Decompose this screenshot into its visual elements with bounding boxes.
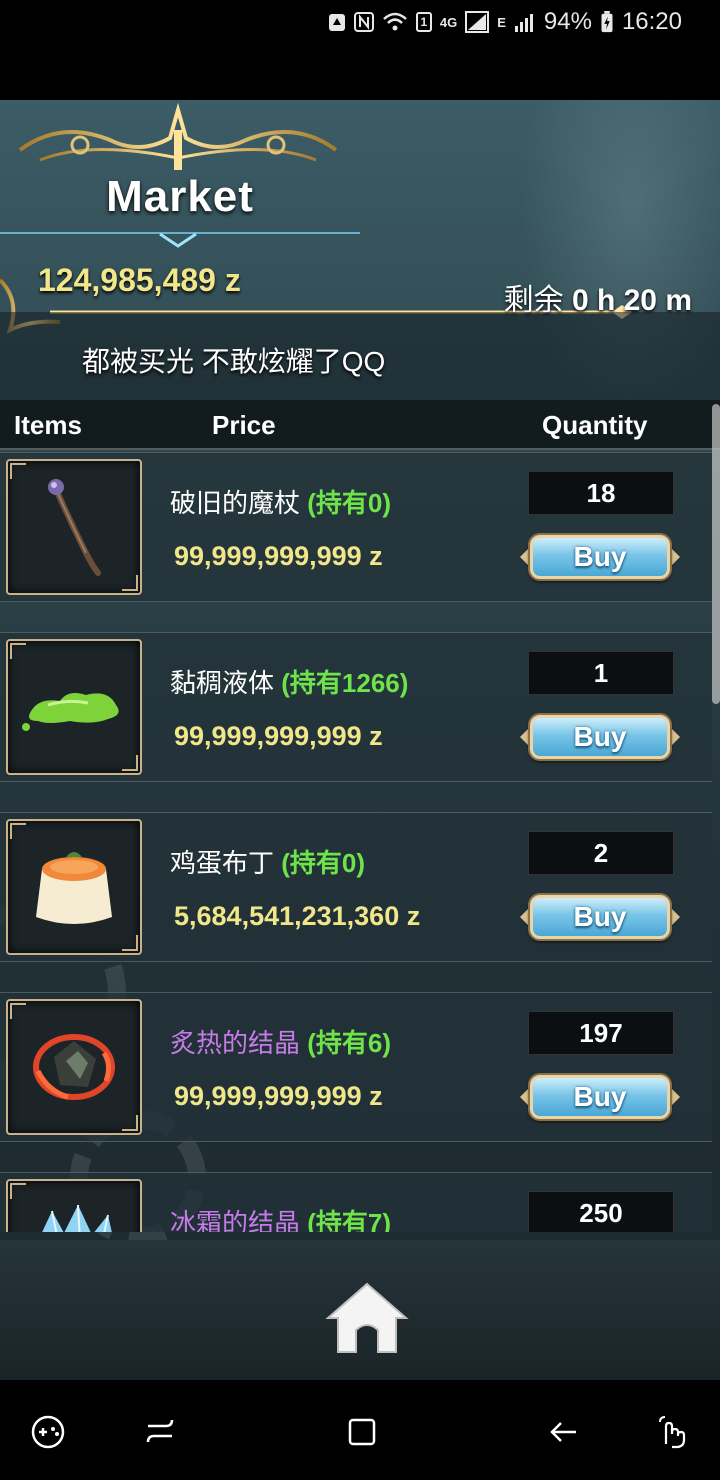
- network-type: 4G: [439, 14, 458, 30]
- buy-button-label: Buy: [573, 901, 627, 932]
- item-thumbnail[interactable]: [6, 999, 142, 1135]
- item-owned-count: (持有1266): [281, 668, 409, 698]
- item-name-text: 冰霜的结晶: [170, 1208, 301, 1232]
- status-bar: 1 4G E 94% 16:20: [0, 0, 720, 100]
- item-thumbnail[interactable]: [6, 639, 142, 775]
- column-price: Price: [212, 410, 276, 440]
- buy-button-label: Buy: [573, 1081, 627, 1112]
- recents-icon[interactable]: [142, 1414, 178, 1450]
- home-icon[interactable]: [324, 1280, 410, 1356]
- item-name: 破旧的魔杖 (持有0): [170, 483, 391, 520]
- buy-button-label: Buy: [573, 721, 627, 752]
- quantity-field[interactable]: 250: [528, 1191, 674, 1232]
- buy-button[interactable]: Buy: [520, 885, 680, 949]
- frame-corner: [10, 823, 26, 839]
- item-owned-count: (持有0): [307, 488, 392, 518]
- item-name-text: 破旧的魔杖: [170, 488, 301, 518]
- buy-button[interactable]: Buy: [520, 705, 680, 769]
- notice-text: 都被买光 不敢炫耀了QQ: [82, 346, 386, 377]
- item-price: 5,684,541,231,360 z: [174, 901, 421, 931]
- item-price: 99,999,999,999 z: [174, 721, 383, 751]
- item-owned-count: (持有7): [307, 1208, 392, 1232]
- list-item: 破旧的魔杖 (持有0) 99,999,999,999 z 18 Buy: [0, 452, 712, 602]
- ice-crystal-icon: [42, 1204, 112, 1232]
- list-scrollbar[interactable]: [712, 404, 720, 704]
- touch-gesture-icon[interactable]: [654, 1414, 690, 1450]
- list-item: 鸡蛋布丁 (持有0) 5,684,541,231,360 z 2 Buy: [0, 812, 712, 962]
- clock: 16:20: [621, 8, 682, 35]
- frame-corner: [10, 1183, 26, 1199]
- item-thumbnail[interactable]: [6, 1179, 142, 1232]
- battery-icon: [601, 11, 613, 33]
- home-nav-icon[interactable]: [344, 1414, 380, 1450]
- column-headers: Items Price Quantity: [0, 400, 720, 450]
- list-item: 冰霜的结晶 (持有7) 250: [0, 1172, 712, 1232]
- frame-corner: [122, 575, 138, 591]
- slime-icon: [22, 693, 119, 731]
- item-name: 冰霜的结晶 (持有7): [170, 1203, 391, 1232]
- nfc-icon: [353, 12, 374, 32]
- item-owned-count: (持有0): [281, 848, 366, 878]
- wifi-icon: [383, 12, 407, 31]
- back-icon[interactable]: [546, 1414, 582, 1450]
- item-price: 99,999,999,999 z: [174, 541, 383, 571]
- item-name: 鸡蛋布丁 (持有0): [170, 843, 365, 880]
- market-screen: Market 124,985,489 z 剩余 0 h 20 m 都被买光 不敢…: [0, 100, 720, 1380]
- item-thumbnail[interactable]: [6, 819, 142, 955]
- market-header: Market 124,985,489 z 剩余 0 h 20 m 都被买光 不敢…: [0, 100, 720, 400]
- quantity-field[interactable]: 18: [528, 471, 674, 515]
- column-quantity: Quantity: [542, 410, 648, 440]
- buy-button-label: Buy: [573, 541, 627, 572]
- frame-corner: [10, 1003, 26, 1019]
- signal-icon: [465, 11, 490, 33]
- system-nav-bar: [0, 1380, 720, 1480]
- column-items: Items: [14, 410, 82, 440]
- buy-button[interactable]: Buy: [520, 525, 680, 589]
- item-name-text: 鸡蛋布丁: [170, 848, 275, 878]
- item-price: 99,999,999,999 z: [174, 1081, 383, 1111]
- frame-corner: [10, 463, 26, 479]
- list-item: 黏稠液体 (持有1266) 99,999,999,999 z 1 Buy: [0, 632, 712, 782]
- frame-corner: [122, 1115, 138, 1131]
- frame-corner: [122, 755, 138, 771]
- quantity-field[interactable]: 1: [528, 651, 674, 695]
- signal-bars-icon: [514, 14, 533, 32]
- zeny-balance: 124,985,489 z: [38, 262, 241, 298]
- sim-badge: 1: [415, 12, 432, 32]
- item-list[interactable]: 破旧的魔杖 (持有0) 99,999,999,999 z 18 Buy 黏稠液体…: [0, 452, 712, 1232]
- frame-corner: [122, 935, 138, 951]
- item-thumbnail[interactable]: [6, 459, 142, 595]
- frame-corner: [10, 643, 26, 659]
- buy-button[interactable]: Buy: [520, 1065, 680, 1129]
- quantity-field[interactable]: 197: [528, 1011, 674, 1055]
- battery-percent: 94%: [543, 8, 592, 35]
- game-launcher-icon[interactable]: [30, 1414, 66, 1450]
- wand-icon: [48, 479, 101, 576]
- pudding-icon: [36, 852, 112, 924]
- item-name-text: 炙热的结晶: [170, 1028, 301, 1058]
- quantity-field[interactable]: 2: [528, 831, 674, 875]
- list-item: 炙热的结晶 (持有6) 99,999,999,999 z 197 Buy: [0, 992, 712, 1142]
- signal-label: E: [497, 14, 506, 30]
- item-name-text: 黏稠液体: [170, 668, 275, 698]
- item-owned-count: (持有6): [307, 1028, 392, 1058]
- fire-crystal-icon: [33, 1034, 115, 1100]
- status-icons: 1 4G E 94% 16:20: [328, 8, 682, 36]
- item-name: 黏稠液体 (持有1266): [170, 663, 408, 700]
- recycle-icon: [328, 14, 345, 31]
- page-title: Market: [106, 172, 254, 221]
- item-name: 炙热的结晶 (持有6): [170, 1023, 391, 1060]
